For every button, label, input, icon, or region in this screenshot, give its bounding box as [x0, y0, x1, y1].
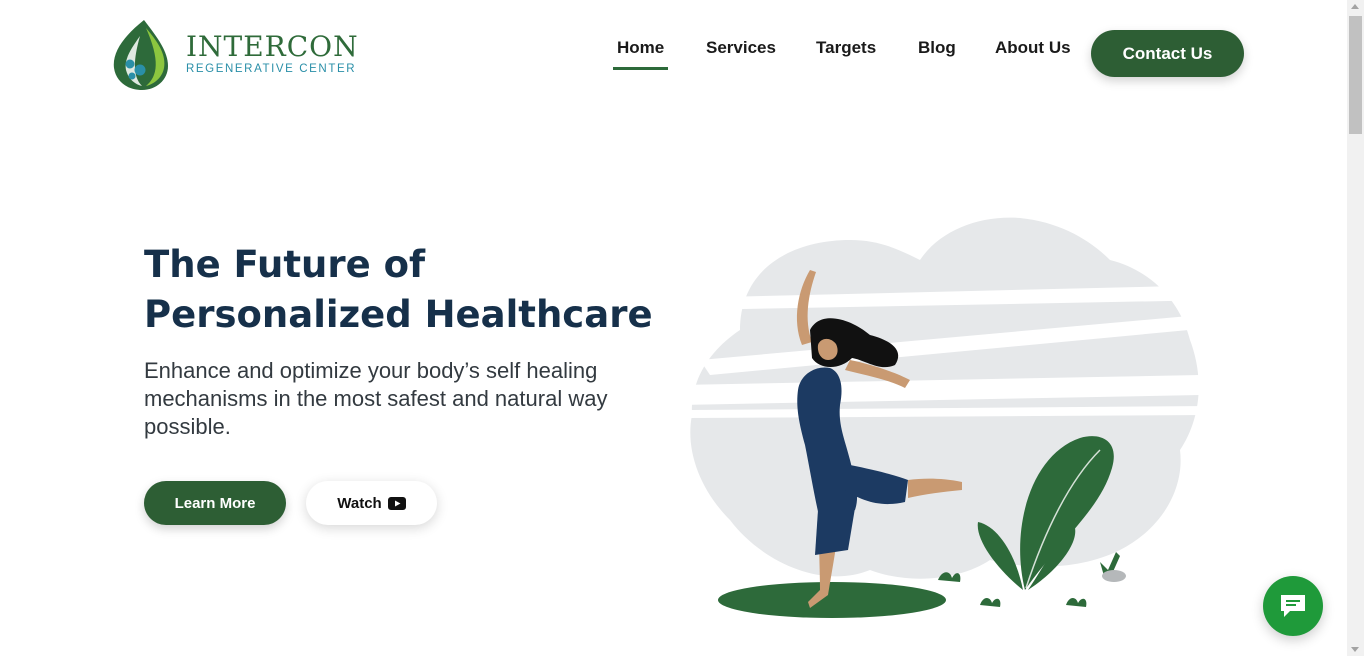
hero-title: The Future of Personalized Healthcare [144, 243, 653, 336]
youtube-icon [387, 496, 406, 510]
nav-item-home[interactable]: Home [612, 38, 669, 70]
hero-illustration [680, 217, 1220, 618]
scroll-up-arrow-icon[interactable] [1351, 4, 1359, 9]
site-logo[interactable]: INTERCON REGENERATIVE CENTER [110, 16, 360, 92]
watch-label: Watch [337, 494, 382, 512]
hero-subtitle: Enhance and optimize your body’s self he… [144, 358, 608, 439]
scroll-down-arrow-icon[interactable] [1351, 647, 1359, 652]
leaf-drop-logo-icon [113, 20, 168, 90]
scroll-thumb[interactable] [1349, 16, 1362, 134]
page-scrollbar[interactable] [1347, 0, 1364, 656]
brand-name: INTERCON [186, 30, 359, 63]
contact-us-button[interactable]: Contact Us [1091, 30, 1244, 77]
learn-more-button[interactable]: Learn More [144, 481, 286, 525]
nav-item-about-us[interactable]: About Us [995, 38, 1071, 58]
nav-item-blog[interactable]: Blog [918, 38, 956, 58]
nav-item-targets[interactable]: Targets [816, 38, 876, 58]
chat-bubble-icon [1281, 595, 1305, 617]
brand-tagline: REGENERATIVE CENTER [186, 63, 357, 75]
chat-button[interactable] [1263, 576, 1323, 636]
nav-item-services[interactable]: Services [706, 38, 776, 58]
ground-shadow [718, 582, 946, 618]
watch-button[interactable]: Watch [306, 481, 437, 525]
